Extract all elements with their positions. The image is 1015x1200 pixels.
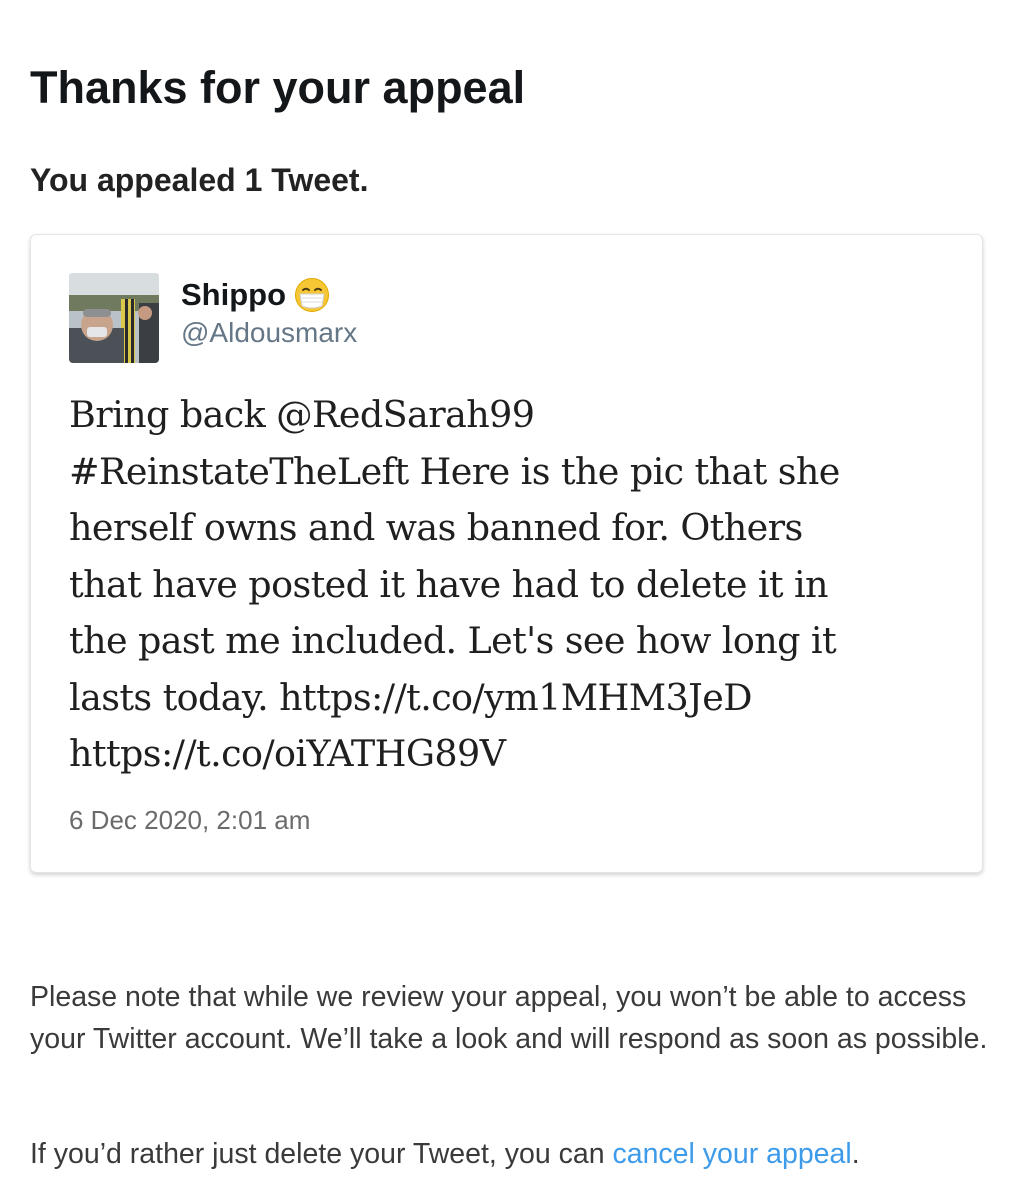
tweet-card: Shippo @Aldousmarx Bring back @RedSarah9… (30, 234, 983, 873)
tweet-text-line: Bring back @RedSarah99 (69, 393, 535, 436)
author-name-row: Shippo (181, 275, 330, 315)
cancel-appeal-link[interactable]: cancel your appeal (612, 1138, 851, 1170)
appeal-summary: You appealed 1 Tweet. (30, 162, 369, 198)
cancel-prefix-text: If you’d rather just delete your Tweet, … (30, 1138, 613, 1170)
cancel-suffix-text: . (851, 1138, 860, 1170)
tweet-text-line: #ReinstateTheLeft Here is the pic that s… (69, 449, 840, 493)
avatar (69, 273, 159, 363)
face-with-medical-mask-icon (294, 277, 330, 313)
tweet-text-line: the past me included. Let's see how long… (69, 619, 837, 662)
cancel-appeal-notice: If you’d rather just delete your Tweet, … (30, 1133, 995, 1175)
tweet-timestamp: 6 Dec 2020, 2:01 am (69, 805, 311, 835)
author-handle[interactable]: @Aldousmarx (181, 315, 357, 351)
author-name: Shippo (181, 277, 287, 312)
review-notice: Please note that while we review your ap… (30, 981, 988, 1055)
tweet-text-line: lasts today. https://t.co/ym1MHM3JeD (69, 675, 752, 719)
tweet-text-line: https://t.co/oiYATHG89V (69, 732, 506, 775)
tweet-text-line: that have posted it have had to delete i… (69, 562, 829, 606)
tweet-text: Bring back @RedSarah99 #ReinstateTheLeft… (69, 387, 949, 783)
tweet-text-line: herself owns and was banned for. Others (69, 506, 803, 549)
page-title: Thanks for your appeal (30, 62, 526, 113)
